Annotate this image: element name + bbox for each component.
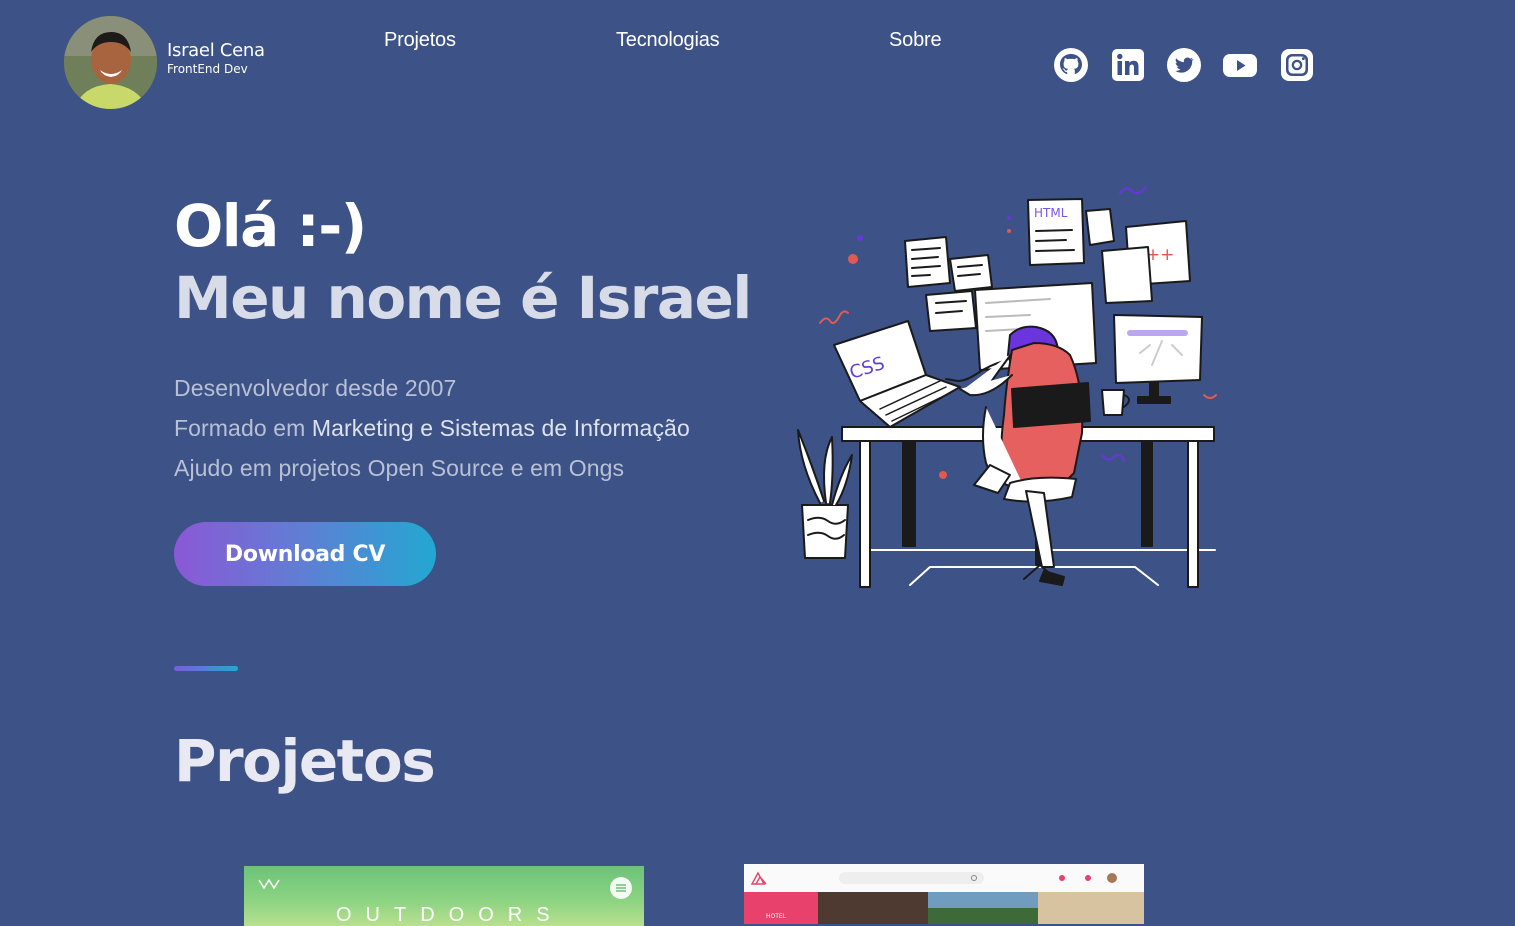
project-card-outdoors[interactable]: OUTDOORS	[244, 866, 644, 926]
hero-title: Olá :-) Meu nome é Israel	[174, 190, 752, 334]
hotel-preview: HOTEL	[744, 864, 1144, 924]
avatar-photo	[64, 16, 157, 109]
projects-title: Projetos	[174, 727, 436, 795]
hero-line-1: Desenvolvedor desde 2007	[174, 375, 457, 401]
html-doc-label: HTML	[1034, 206, 1068, 220]
twitter-icon[interactable]	[1165, 46, 1203, 84]
hotel-tab-label: HOTEL	[766, 913, 787, 920]
youtube-icon[interactable]	[1221, 46, 1259, 84]
nav-item-sobre[interactable]: Sobre	[889, 29, 942, 52]
github-icon[interactable]	[1052, 46, 1090, 84]
brand-name: Israel Cena	[167, 40, 265, 61]
brand-role: FrontEnd Dev	[167, 62, 248, 76]
linkedin-icon[interactable]	[1109, 46, 1147, 84]
hero-name: Meu nome é Israel	[174, 264, 752, 332]
nav-item-tecnologias[interactable]: Tecnologias	[616, 29, 720, 52]
avatar[interactable]	[64, 16, 157, 109]
hero-line-2-highlight: Marketing e Sistemas de Informação	[311, 415, 690, 441]
download-cv-button[interactable]: Download CV	[174, 522, 436, 586]
developer-illustration: HTML C++ CSS	[790, 175, 1220, 590]
brand[interactable]: Israel Cena FrontEnd Dev	[167, 40, 265, 76]
hero-line-3: Ajudo em projetos Open Source e em Ongs	[174, 455, 625, 481]
nav-item-projetos[interactable]: Projetos	[384, 29, 456, 52]
site-header: Israel Cena FrontEnd Dev Projetos Tecnol…	[0, 0, 1515, 130]
hero-line-2: Formado em Marketing e Sistemas de Infor…	[174, 408, 690, 448]
hero-description: Desenvolvedor desde 2007 Formado em Mark…	[174, 368, 690, 488]
hero-greeting: Olá :-)	[174, 192, 367, 260]
hero-line-2-prefix: Formado em	[174, 415, 312, 441]
instagram-icon[interactable]	[1278, 46, 1316, 84]
section-divider	[174, 666, 238, 671]
project-card-hotel[interactable]: HOTEL	[744, 864, 1144, 924]
outdoors-wordmark: OUTDOORS	[336, 904, 564, 926]
